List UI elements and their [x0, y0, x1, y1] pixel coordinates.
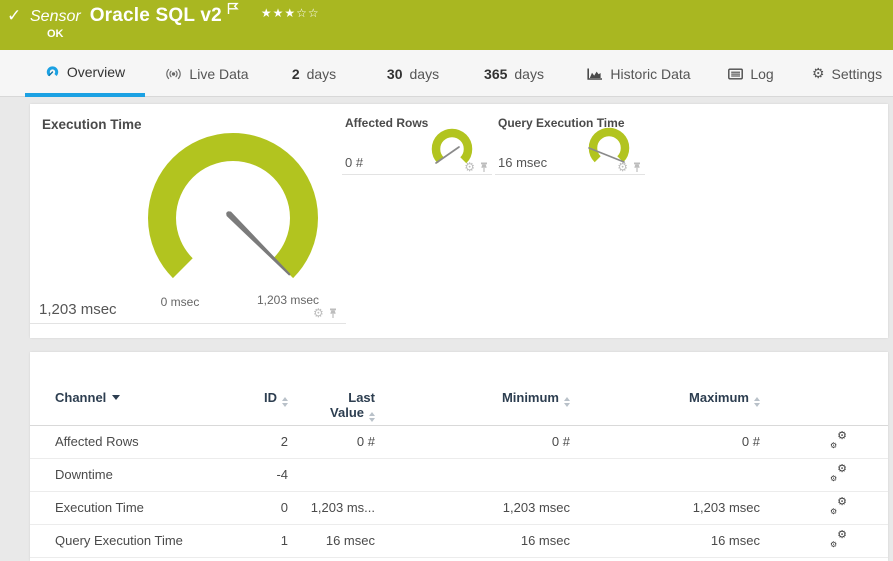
pin-icon[interactable]: [479, 161, 489, 173]
channel-settings-gears-icon[interactable]: ⚙ ⚙: [830, 495, 847, 516]
channel-name[interactable]: Execution Time: [30, 491, 255, 524]
pin-icon[interactable]: [632, 161, 642, 173]
channel-minimum: 16 msec: [520, 533, 570, 548]
tab-settings[interactable]: ⚙ Settings: [804, 50, 890, 97]
channel-id: 0: [280, 500, 288, 515]
sensor-header-bar: ✓ Sensor Oracle SQL v2 ★★★☆☆ OK: [0, 0, 893, 50]
tab-label: Historic Data: [610, 65, 691, 82]
channel-id: -4: [276, 467, 288, 482]
gear-icon: ⚙: [811, 65, 825, 82]
channel-id: 1: [280, 533, 288, 548]
tab-log[interactable]: Log: [724, 50, 778, 97]
tab-30-days[interactable]: 30 days: [378, 50, 448, 97]
gauge-block-execution-time: Execution Time 0 msec 1,203 msec 1,203 m…: [30, 104, 346, 324]
column-header-minimum[interactable]: Minimum: [375, 372, 570, 425]
sensor-status-badge: OK: [47, 28, 64, 40]
status-ok-check-icon: ✓: [7, 6, 22, 26]
tab-label: days: [514, 65, 544, 82]
tab-label: Overview: [66, 63, 126, 80]
channel-last-value: [288, 458, 375, 491]
sort-desc-icon: [112, 395, 121, 400]
table-row: Downtime -4 ⚙ ⚙: [30, 458, 888, 491]
gauge-title: Affected Rows: [345, 116, 429, 130]
log-list-icon: [728, 68, 744, 80]
channel-gear-icon[interactable]: ⚙: [313, 307, 324, 319]
column-header-last-value[interactable]: Last Value: [288, 372, 375, 425]
gauge-block-affected-rows: Affected Rows 0 # ⚙: [342, 104, 492, 175]
channel-name[interactable]: Downtime: [30, 458, 255, 491]
channels-panel: Channel ID Last Value Minimum Maximum Af…: [30, 352, 888, 561]
channel-settings-gears-icon[interactable]: ⚙ ⚙: [830, 429, 847, 450]
tab-label: Log: [750, 65, 774, 82]
channel-table: Channel ID Last Value Minimum Maximum Af…: [30, 372, 888, 558]
sort-icon: [754, 397, 760, 407]
tab-overview[interactable]: Overview: [25, 50, 145, 97]
priority-stars[interactable]: ★★★☆☆: [261, 6, 320, 20]
tab-label: days: [306, 65, 337, 82]
gauge-scale-max: 1,203 msec: [256, 293, 320, 307]
channel-settings-gears-icon[interactable]: ⚙ ⚙: [830, 462, 847, 483]
priority-flag-icon: [227, 2, 239, 15]
gauge-title: Execution Time: [42, 117, 142, 132]
tab-2-days[interactable]: 2 days: [283, 50, 345, 97]
execution-time-gauge: [138, 123, 328, 313]
channel-gear-icon[interactable]: ⚙: [464, 161, 475, 173]
pin-icon[interactable]: [328, 307, 338, 319]
channel-id: 2: [280, 434, 288, 449]
channel-maximum: 16 msec: [710, 533, 760, 548]
tab-365-days[interactable]: 365 days: [475, 50, 553, 97]
sensor-title: Oracle SQL v2: [89, 5, 222, 26]
channel-minimum: [375, 458, 570, 491]
gauge-value: 1,203 msec: [39, 301, 117, 318]
tab-number: 2: [291, 65, 300, 82]
column-header-channel[interactable]: Channel: [30, 372, 255, 425]
column-header-maximum[interactable]: Maximum: [570, 372, 760, 425]
channel-settings-gears-icon[interactable]: ⚙ ⚙: [830, 528, 847, 549]
channel-gear-icon[interactable]: ⚙: [617, 161, 628, 173]
gauge-block-query-execution-time: Query Execution Time 16 msec ⚙: [495, 104, 645, 175]
gauge-value: 0 #: [345, 155, 364, 170]
channel-maximum: 0 #: [741, 434, 760, 449]
tab-strip: Overview Live Data 2 days 30 days 365 da…: [0, 50, 893, 97]
channel-last-value: 0 #: [356, 434, 375, 449]
gauge-tab-icon: [45, 65, 60, 78]
tab-historic-data[interactable]: Historic Data: [581, 50, 697, 97]
table-header-row: Channel ID Last Value Minimum Maximum: [30, 372, 888, 425]
channel-maximum: 1,203 msec: [692, 500, 760, 515]
channel-last-value: 16 msec: [325, 533, 375, 548]
live-broadcast-icon: [165, 67, 182, 81]
channel-maximum: [570, 458, 760, 491]
gauges-panel: Execution Time 0 msec 1,203 msec 1,203 m…: [30, 104, 888, 338]
sort-icon: [282, 397, 288, 407]
gauge-value: 16 msec: [498, 155, 548, 170]
tab-label: Settings: [831, 65, 883, 82]
table-row: Query Execution Time 1 16 msec 16 msec 1…: [30, 524, 888, 557]
sort-icon: [564, 397, 570, 407]
object-kind-label: Sensor: [30, 8, 81, 25]
column-header-id[interactable]: ID: [255, 372, 288, 425]
tab-label: days: [409, 65, 440, 82]
table-row: Execution Time 0 1,203 ms... 1,203 msec …: [30, 491, 888, 524]
sort-icon: [369, 412, 375, 422]
tab-number: 30: [386, 65, 403, 82]
tab-label: Live Data: [189, 65, 249, 82]
area-chart-icon: [587, 67, 603, 81]
tab-number: 365: [484, 65, 508, 82]
channel-last-value: 1,203 ms...: [310, 500, 375, 515]
channel-minimum: 0 #: [551, 434, 570, 449]
channel-name[interactable]: Affected Rows: [30, 425, 255, 458]
table-row: Affected Rows 2 0 # 0 # 0 # ⚙ ⚙: [30, 425, 888, 458]
channel-name[interactable]: Query Execution Time: [30, 524, 255, 557]
tab-live-data[interactable]: Live Data: [158, 50, 256, 97]
channel-minimum: 1,203 msec: [502, 500, 570, 515]
gauge-scale-min: 0 msec: [160, 295, 200, 309]
